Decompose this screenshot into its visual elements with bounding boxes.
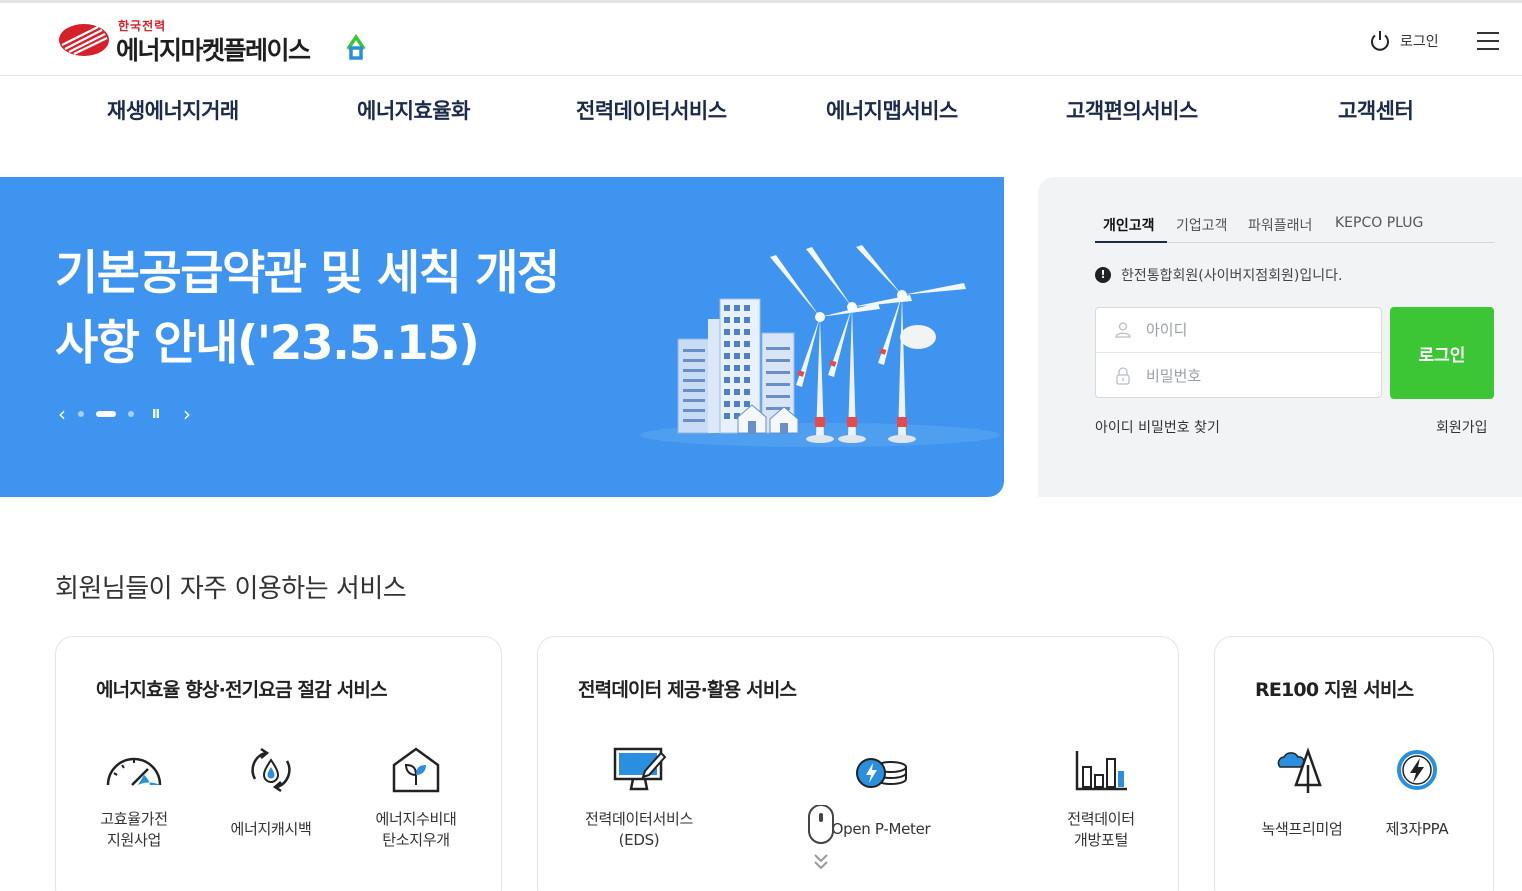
service-high-efficiency-appliance[interactable]: 고효율가전 지원사업 <box>69 745 199 851</box>
service-third-party-ppa[interactable]: 제3자PPA <box>1352 745 1482 840</box>
nav-power-data-service[interactable]: 전력데이터서비스 <box>576 95 727 125</box>
logo-e-icon <box>346 33 366 60</box>
nav-renewable-trading[interactable]: 재생에너지거래 <box>107 95 239 125</box>
service-label: 전력데이터 개방포털 <box>1067 810 1135 849</box>
hero-prev-button[interactable]: ‹ <box>52 404 72 424</box>
hero-next-button[interactable]: › <box>177 404 197 424</box>
nav-energy-map-service[interactable]: 에너지맵서비스 <box>826 95 958 125</box>
hero-title-line2: 사항 안내('23.5.15) <box>55 316 480 371</box>
nav-customer-center[interactable]: 고객센터 <box>1338 95 1414 125</box>
water-drop-cycle-icon <box>251 747 291 793</box>
service-eds[interactable]: 전력데이터서비스 (EDS) <box>574 745 704 851</box>
active-tab-indicator <box>1095 241 1167 243</box>
power-icon <box>1371 31 1389 51</box>
find-id-password-link[interactable]: 아이디 비밀번호 찾기 <box>1095 417 1220 437</box>
hero-carousel-controls: ‹ II › <box>52 404 197 424</box>
kepco-logo-icon <box>59 24 109 56</box>
cloud-tree-icon <box>1277 747 1322 793</box>
hero-dot-1[interactable] <box>78 411 84 417</box>
header-login-button[interactable]: 로그인 <box>1368 27 1439 55</box>
tab-kepco-plug[interactable]: KEPCO PLUG <box>1335 215 1423 231</box>
card-title: 에너지효율 향상·전기요금 절감 서비스 <box>96 679 388 701</box>
hero-dot-3[interactable] <box>128 411 134 417</box>
service-energy-cashback[interactable]: 에너지캐시백 <box>206 745 336 840</box>
login-notice: ! 한전통합회원(사이버지점회원)입니다. <box>1095 265 1342 285</box>
service-energy-guard-carbon-eraser[interactable]: 에너지수비대 탄소지우개 <box>351 745 481 851</box>
card-title: 전력데이터 제공·활용 서비스 <box>578 679 797 701</box>
energy-coin-icon <box>856 758 907 788</box>
login-panel: 개인고객 기업고객 파워플래너 KEPCO PLUG ! 한전통합회원(사이버지… <box>1038 177 1522 497</box>
service-label: 고효율가전 지원사업 <box>100 810 168 849</box>
login-notice-text: 한전통합회원(사이버지점회원)입니다. <box>1121 268 1343 284</box>
hero-title-line1: 기본공급약관 및 세칙 개정 <box>55 246 560 301</box>
service-card-re100: RE100 지원 서비스 녹색프리미엄 제3자PPA <box>1214 636 1494 891</box>
hamburger-menu-icon[interactable] <box>1476 30 1500 52</box>
user-icon <box>1115 322 1131 338</box>
tab-business-customer[interactable]: 기업고객 <box>1176 215 1228 235</box>
header-login-label: 로그인 <box>1400 34 1439 50</box>
service-label: 에너지수비대 탄소지우개 <box>375 810 457 849</box>
site-logo[interactable]: 한국전력 에너지마켓플레이스 <box>58 17 378 65</box>
tab-personal-customer[interactable]: 개인고객 <box>1103 215 1155 235</box>
hero-banner[interactable]: 기본공급약관 및 세칙 개정 사항 안내('23.5.15) ‹ II › <box>0 177 1004 497</box>
lightning-circle-icon <box>1397 750 1437 790</box>
nav-energy-efficiency[interactable]: 에너지효율화 <box>357 95 470 125</box>
nav-customer-convenience[interactable]: 고객편의서비스 <box>1066 95 1198 125</box>
lock-icon <box>1116 366 1130 385</box>
speedometer-icon <box>106 757 162 786</box>
hero-pause-button[interactable]: II <box>152 407 160 421</box>
service-label: 녹색프리미엄 <box>1261 820 1343 838</box>
service-label: 전력데이터서비스 (EDS) <box>584 810 693 849</box>
service-green-premium[interactable]: 녹색프리미엄 <box>1237 745 1367 840</box>
bar-chart-icon <box>1075 751 1127 791</box>
section-title-frequent-services: 회원님들이 자주 이용하는 서비스 <box>55 574 407 604</box>
alert-icon: ! <box>1095 267 1111 283</box>
monitor-pen-icon <box>613 747 667 791</box>
main-navigation: 재생에너지거래 에너지효율화 전력데이터서비스 에너지맵서비스 고객편의서비스 … <box>0 77 1522 145</box>
id-input[interactable] <box>1146 321 1366 339</box>
hero-dot-2[interactable] <box>96 411 116 417</box>
signup-link[interactable]: 회원가입 <box>1436 417 1488 437</box>
login-tabs: 개인고객 기업고객 파워플래너 KEPCO PLUG <box>1095 205 1495 243</box>
service-label: 제3자PPA <box>1385 820 1449 838</box>
service-label: 에너지캐시백 <box>230 820 312 838</box>
login-input-group <box>1095 307 1382 398</box>
header: 한국전력 에너지마켓플레이스 로그인 <box>0 3 1522 76</box>
id-field-row <box>1096 308 1381 353</box>
service-power-data-open-portal[interactable]: 전력데이터 개방포털 <box>1036 745 1166 851</box>
wind-turbine-city-illustration <box>640 245 1000 447</box>
tab-power-planner[interactable]: 파워플래너 <box>1248 215 1312 235</box>
password-input[interactable] <box>1146 366 1366 385</box>
card-title: RE100 지원 서비스 <box>1255 679 1414 701</box>
logo-title: 에너지마켓플레이스 <box>116 36 311 65</box>
eco-house-icon <box>392 747 440 793</box>
login-submit-button[interactable]: 로그인 <box>1390 307 1494 399</box>
hero-title: 기본공급약관 및 세칙 개정 사항 안내('23.5.15) <box>55 239 655 379</box>
password-field-row <box>1096 353 1381 398</box>
service-card-power-data: 전력데이터 제공·활용 서비스 전력데이터서비스 (EDS) Open P-Me… <box>537 636 1179 891</box>
scroll-down-mouse-icon <box>808 805 834 870</box>
service-card-efficiency: 에너지효율 향상·전기요금 절감 서비스 고효율가전 지원사업 에너지캐시백 에… <box>55 636 502 891</box>
